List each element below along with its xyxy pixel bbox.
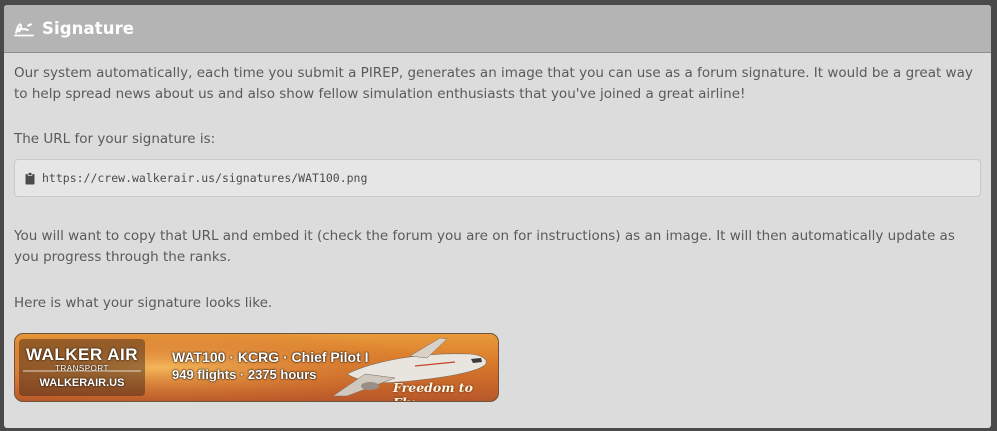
embed-instructions: You will want to copy that URL and embed… — [14, 228, 955, 265]
signature-image: WALKER AIR TRANSPORT WALKERAIR.US WAT100… — [14, 333, 499, 402]
signature-url[interactable]: https://crew.walkerair.us/signatures/WAT… — [42, 168, 367, 189]
signature-logo-subtitle: TRANSPORT — [55, 364, 109, 373]
url-label: The URL for your signature is: — [14, 131, 216, 147]
signature-stats: 949 flights · 2375 hours — [172, 367, 317, 382]
signature-logo: WALKER AIR — [25, 345, 139, 364]
signature-url-field[interactable]: https://crew.walkerair.us/signatures/WAT… — [14, 159, 981, 197]
panel-title: Signature — [42, 19, 135, 38]
panel-body: Our system automatically, each time you … — [4, 53, 991, 314]
signature-slogan: Freedom to Fly — [393, 380, 473, 401]
panel-header: Signature — [4, 5, 991, 53]
intro-text: Our system automatically, each time you … — [14, 65, 973, 102]
signature-pilot-info: WAT100 · KCRG · Chief Pilot I — [172, 349, 369, 365]
clipboard-icon — [25, 171, 35, 185]
preview-label: Here is what your signature looks like. — [14, 295, 273, 311]
signature-site: WALKERAIR.US — [39, 377, 125, 389]
signature-icon — [13, 20, 35, 38]
